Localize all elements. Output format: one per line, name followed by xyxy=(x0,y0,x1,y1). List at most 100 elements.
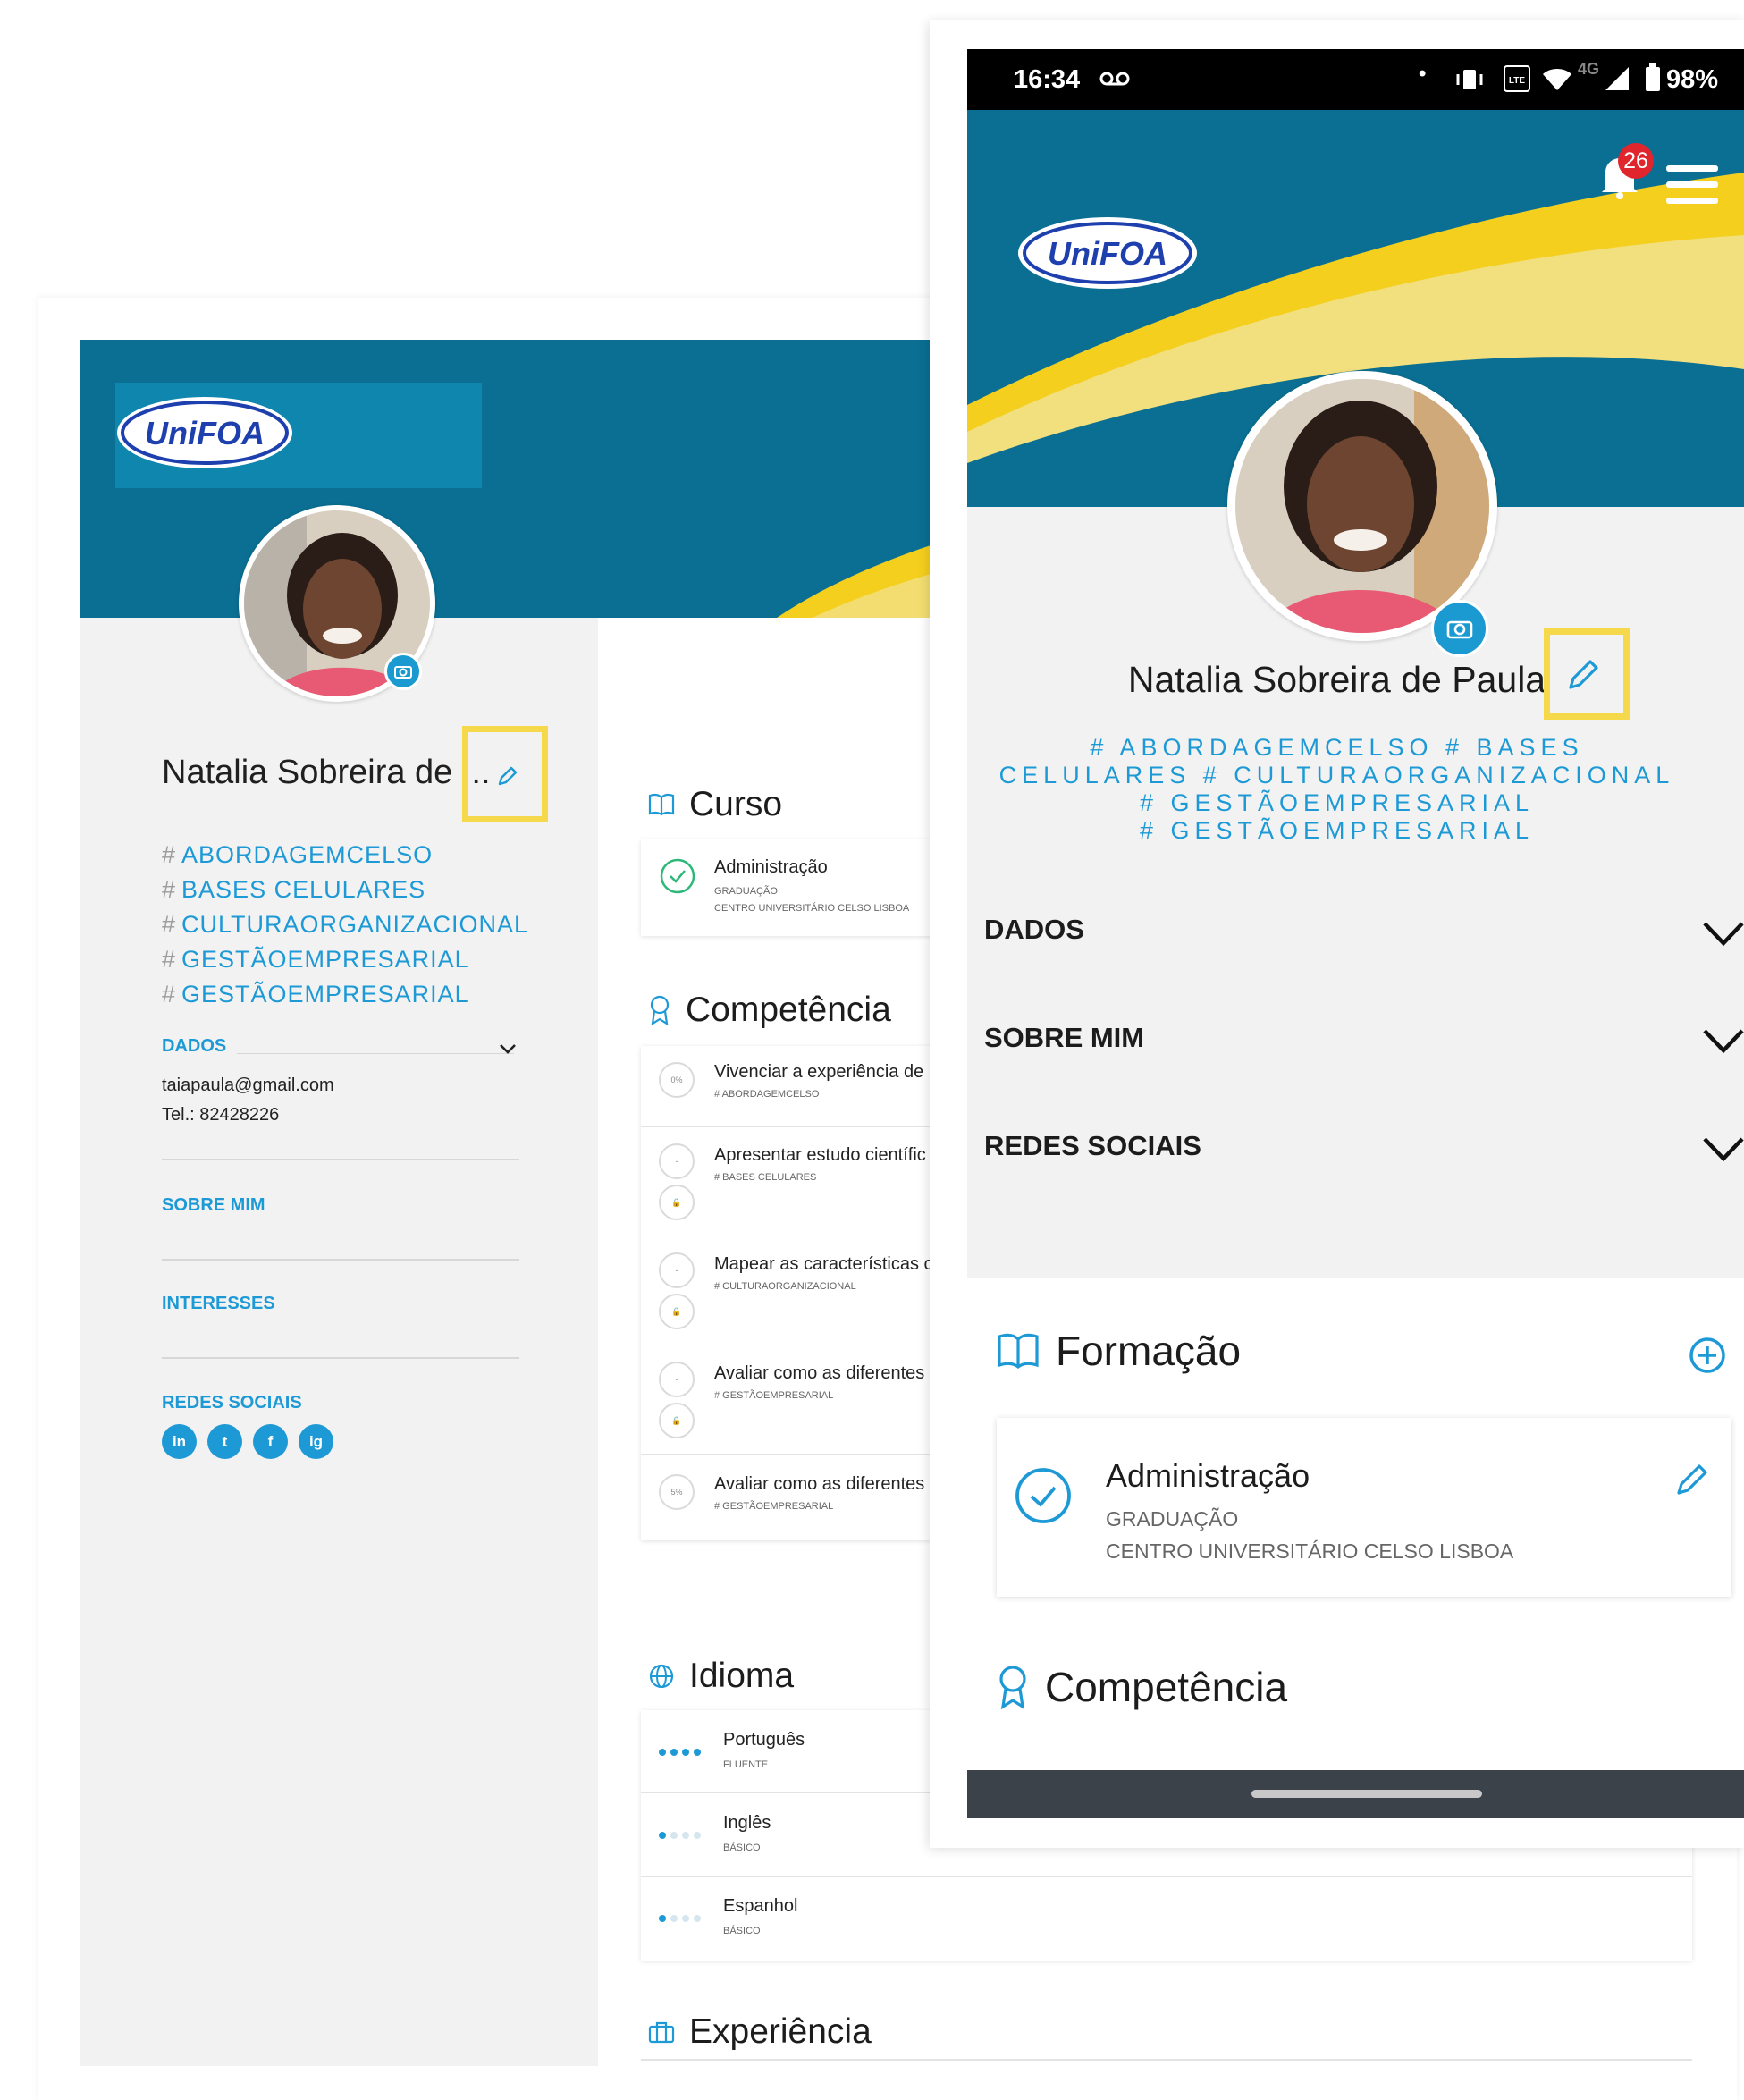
redes-sociais-toggle[interactable]: REDES SOCIAIS xyxy=(162,1393,302,1413)
unifoa-logo: UniFOA xyxy=(117,397,292,468)
volte-icon: LTE xyxy=(1504,65,1530,92)
phone-text: Tel.: 82428226 xyxy=(162,1105,280,1125)
home-gesture-bar[interactable] xyxy=(1251,1790,1482,1798)
tag-item[interactable]: # BASES CELULARES xyxy=(162,873,528,907)
formacao-heading: Formação xyxy=(997,1327,1241,1375)
competencia-label: Avaliar como as diferentes xyxy=(714,1474,925,1494)
tag-label: CULTURAORGANIZACIONAL xyxy=(181,911,529,938)
progress-badge: - xyxy=(659,1252,695,1288)
wifi-icon xyxy=(1543,69,1571,90)
tag-label: GESTÃOEMPRESARIAL xyxy=(181,981,469,1008)
tag-item[interactable]: # ABORDAGEMCELSO xyxy=(162,838,528,873)
signal-icon xyxy=(1605,67,1629,90)
tag-label: BASES CELULARES xyxy=(181,876,426,903)
tag-line[interactable]: # GESTÃOEMPRESARIAL xyxy=(930,817,1744,845)
tag-item[interactable]: # CULTURAORGANIZACIONAL xyxy=(162,907,528,942)
course-name: Administração xyxy=(1106,1457,1310,1494)
language-name: Espanhol xyxy=(723,1896,798,1916)
accordion-sobre-mim[interactable]: SOBRE MIM xyxy=(984,1022,1144,1054)
accordion-dados[interactable]: DADOS xyxy=(984,914,1084,946)
notification-badge: 26 xyxy=(1618,143,1654,179)
heading-text: Curso xyxy=(689,785,783,823)
ribbon-icon xyxy=(999,1666,1026,1709)
experiencia-heading: Experiência xyxy=(648,2012,872,2052)
competencia-tag: # CULTURAORGANIZACIONAL xyxy=(714,1281,856,1292)
social-links: in t f ig xyxy=(162,1424,333,1459)
dados-toggle[interactable]: DADOS xyxy=(162,1036,226,1057)
chevron-down-icon[interactable] xyxy=(499,1043,517,1056)
competencia-heading: Competência xyxy=(648,991,891,1030)
book-icon xyxy=(648,793,675,816)
clock: 16:34 xyxy=(1014,65,1081,94)
menu-icon[interactable] xyxy=(1664,164,1720,207)
twitter-icon[interactable]: t xyxy=(207,1424,242,1459)
competencia-tag: # GESTÃOEMPRESARIAL xyxy=(714,1390,834,1401)
accordion-redes-sociais[interactable]: REDES SOCIAIS xyxy=(984,1130,1201,1162)
logo-area: UniFOA xyxy=(115,383,482,488)
tag-label: ABORDAGEMCELSO xyxy=(181,841,434,868)
camera-icon xyxy=(1446,620,1473,639)
tag-line[interactable]: # ABORDAGEMCELSO # BASES xyxy=(930,734,1744,762)
course-level: GRADUAÇÃO xyxy=(714,886,778,897)
edit-formacao-button[interactable] xyxy=(1674,1461,1712,1498)
course-institution: CENTRO UNIVERSITÁRIO CELSO LISBOA xyxy=(714,903,910,914)
level-dots xyxy=(659,1749,701,1756)
svg-text:UniFOA: UniFOA xyxy=(1048,235,1167,272)
lock-icon: 🔒 xyxy=(659,1185,695,1220)
dot-indicator: • xyxy=(1419,62,1427,86)
heading-text: Experiência xyxy=(689,2012,872,2051)
sobre-mim-toggle[interactable]: SOBRE MIM xyxy=(162,1195,265,1216)
competencia-heading: Competência xyxy=(997,1663,1287,1711)
level-dots xyxy=(659,1915,701,1922)
chevron-down-icon[interactable] xyxy=(1702,1028,1744,1055)
instagram-icon[interactable]: ig xyxy=(299,1424,333,1459)
tag-item[interactable]: # GESTÃOEMPRESARIAL xyxy=(162,942,528,977)
globe-icon xyxy=(649,1664,674,1689)
competencia-label: Vivenciar a experiência de xyxy=(714,1062,924,1082)
facebook-icon[interactable]: f xyxy=(253,1424,288,1459)
avatar-image xyxy=(1235,379,1489,633)
heading-text: Competência xyxy=(686,991,891,1029)
system-nav-bar xyxy=(967,1770,1744,1818)
change-photo-button[interactable] xyxy=(384,653,422,690)
chevron-down-icon[interactable] xyxy=(1702,921,1744,948)
change-photo-button[interactable] xyxy=(1431,600,1488,657)
formacao-card[interactable]: Administração GRADUAÇÃO CENTRO UNIVERSIT… xyxy=(997,1418,1731,1597)
progress-badge: 5% xyxy=(659,1474,695,1510)
competencia-label: Avaliar como as diferentes xyxy=(714,1363,925,1383)
heading-text: Competência xyxy=(1045,1664,1288,1710)
list-item[interactable]: Espanhol BÁSICO xyxy=(641,1877,1692,1960)
divider xyxy=(237,1053,514,1054)
language-level: BÁSICO xyxy=(723,1926,761,1936)
language-level: BÁSICO xyxy=(723,1843,761,1853)
competencia-tag: # GESTÃOEMPRESARIAL xyxy=(714,1501,834,1512)
tag-item[interactable]: # GESTÃOEMPRESARIAL xyxy=(162,977,528,1012)
chevron-down-icon[interactable] xyxy=(1702,1136,1744,1163)
interesses-toggle[interactable]: INTERESSES xyxy=(162,1294,275,1314)
ribbon-icon xyxy=(650,995,670,1025)
competencia-label: Apresentar estudo científic xyxy=(714,1145,926,1165)
check-circle-icon xyxy=(660,858,695,894)
language-level: FLUENTE xyxy=(723,1759,769,1770)
edit-name-button[interactable] xyxy=(496,764,519,788)
mobile-profile-view: 16:34 • LTE 4G 98% UniFOA 26 Natalia Sob… xyxy=(930,20,1744,1848)
email-text: taiapaula@gmail.com xyxy=(162,1075,334,1095)
tag-line[interactable]: # GESTÃOEMPRESARIAL xyxy=(930,789,1744,817)
skill-tags: # ABORDAGEMCELSO # BASES CELULARES # CUL… xyxy=(930,734,1744,845)
level-dots xyxy=(659,1832,701,1839)
vibrate-icon xyxy=(1456,70,1483,89)
tag-line[interactable]: CELULARES # CULTURAORGANIZACIONAL xyxy=(930,762,1744,789)
hash-symbol: # xyxy=(162,841,177,868)
linkedin-icon[interactable]: in xyxy=(162,1424,197,1459)
hash-symbol: # xyxy=(162,946,177,973)
language-name: Inglês xyxy=(723,1813,771,1833)
course-institution: CENTRO UNIVERSITÁRIO CELSO LISBOA xyxy=(1106,1539,1514,1563)
book-icon xyxy=(998,1333,1039,1370)
lock-icon: 🔒 xyxy=(659,1403,695,1438)
divider xyxy=(162,1159,519,1160)
course-level: GRADUAÇÃO xyxy=(1106,1507,1239,1531)
svg-text:LTE: LTE xyxy=(1509,76,1525,86)
competencia-tag: # BASES CELULARES xyxy=(714,1172,817,1183)
add-formacao-button[interactable] xyxy=(1688,1336,1727,1375)
edit-name-button[interactable] xyxy=(1566,656,1602,692)
